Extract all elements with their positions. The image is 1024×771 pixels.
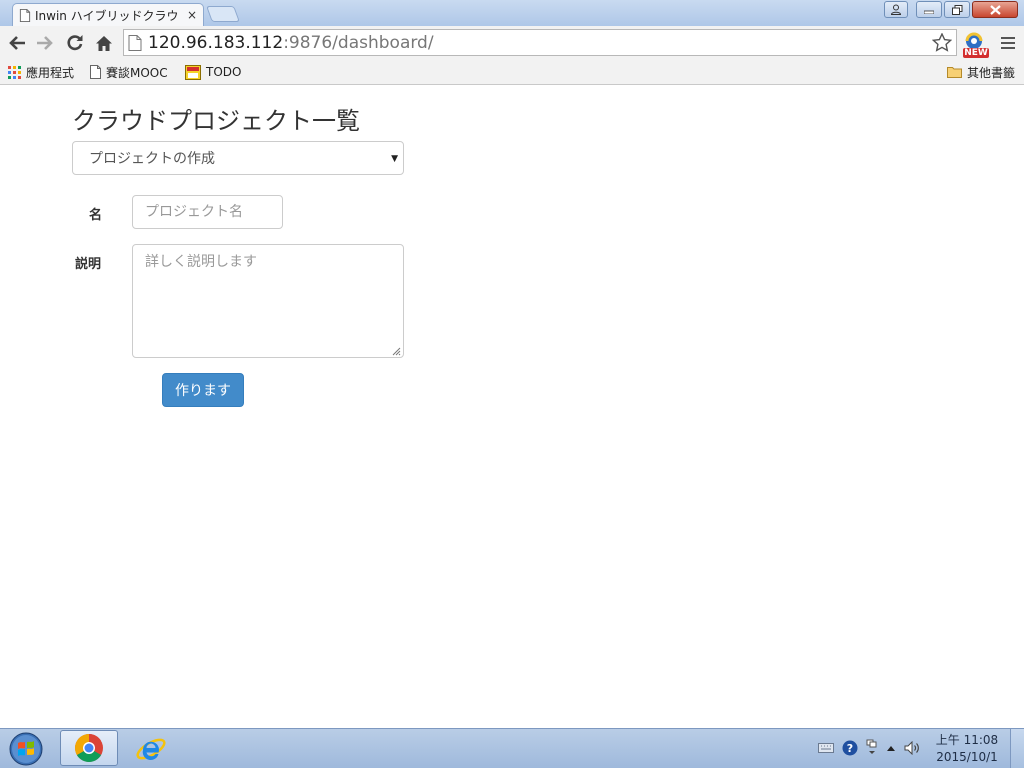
close-icon (989, 4, 1001, 15)
clock-date: 2015/10/1 (936, 750, 998, 764)
clock-time: 上午 11:08 (935, 733, 999, 747)
bookmark-label: TODO (206, 65, 242, 79)
window-controls (882, 1, 1018, 18)
forward-button[interactable] (33, 31, 57, 55)
bookmark-label: 其他書籤 (967, 65, 1016, 80)
extension-badge: NEW (964, 48, 988, 58)
bookmark-apps[interactable]: 應用程式 (8, 63, 74, 81)
bookmark-todo[interactable]: TODO (185, 63, 241, 81)
user-icon (891, 4, 901, 15)
restore-button[interactable] (944, 1, 970, 18)
project-name-input[interactable] (132, 195, 283, 229)
tab-title: Inwin ハイブリッドクラウ (35, 8, 179, 23)
show-desktop-button[interactable] (1010, 729, 1024, 768)
page-icon (90, 65, 101, 79)
project-action-select[interactable]: プロジェクトの作成 ▼ (72, 141, 404, 175)
chrome-icon (75, 734, 103, 762)
system-tray: ? (818, 739, 928, 757)
home-icon (96, 35, 112, 51)
svg-text:?: ? (847, 742, 853, 755)
network-icon[interactable] (866, 739, 878, 757)
reload-button[interactable] (63, 31, 87, 55)
taskbar-chrome-button[interactable] (60, 730, 118, 766)
create-button[interactable]: 作ります (162, 373, 244, 407)
windows-taskbar: ? 上午 11:08 2015/10/1 (0, 728, 1024, 768)
name-label: 名 (89, 208, 103, 223)
minimize-button[interactable] (916, 1, 942, 18)
folder-icon (947, 67, 962, 78)
user-profile-button[interactable] (884, 1, 908, 18)
start-button[interactable] (6, 731, 46, 767)
page-icon (19, 8, 31, 22)
minimize-icon (924, 10, 934, 14)
apps-grid-icon (8, 65, 21, 79)
reload-icon (67, 35, 83, 51)
taskbar-clock[interactable]: 上午 11:08 2015/10/1 (932, 732, 1002, 766)
chrome-menu-icon[interactable] (1001, 37, 1015, 49)
keyboard-icon[interactable] (818, 742, 834, 754)
url-path: :9876/dashboard/ (283, 32, 434, 53)
home-button[interactable] (92, 31, 116, 55)
new-tab-button[interactable] (206, 6, 240, 22)
bookmark-mooc[interactable]: 賽談MOOC (90, 63, 168, 81)
bookmark-label: 賽談MOOC (106, 65, 168, 80)
windows-logo-icon (9, 732, 43, 766)
show-hidden-icons-icon[interactable] (886, 744, 896, 752)
bookmark-other[interactable]: 其他書籤 (947, 63, 1015, 81)
extension-button[interactable]: NEW (962, 32, 990, 58)
help-icon[interactable]: ? (842, 740, 858, 756)
description-label: 説明 (75, 257, 102, 272)
page-icon (128, 34, 142, 51)
address-bar[interactable]: 120.96.183.112:9876/dashboard/ (123, 29, 957, 56)
description-textarea[interactable] (132, 244, 404, 358)
browser-toolbar: 120.96.183.112:9876/dashboard/ NEW (0, 26, 1024, 60)
back-button[interactable] (5, 31, 29, 55)
bookmark-label: 應用程式 (26, 65, 75, 80)
page-title: クラウドプロジェクト一覧 (72, 107, 360, 135)
caret-down-icon: ▼ (391, 154, 398, 164)
close-window-button[interactable] (972, 1, 1018, 18)
back-arrow-icon (9, 36, 25, 50)
browser-tab[interactable]: Inwin ハイブリッドクラウ × (12, 3, 204, 26)
bookmarks-bar: 應用程式 賽談MOOC TODO 其他書籤 (0, 60, 1024, 85)
internet-explorer-icon (136, 738, 166, 761)
taskbar-ie-button[interactable] (131, 731, 171, 767)
todo-icon (185, 64, 201, 80)
url-host: 120.96.183.112 (148, 32, 284, 53)
tab-close-icon[interactable]: × (187, 8, 197, 22)
bookmark-star-icon[interactable] (932, 33, 952, 52)
restore-icon (951, 4, 962, 15)
forward-arrow-icon (37, 36, 53, 50)
page-content: クラウドプロジェクト一覧 プロジェクトの作成 ▼ 名 説明 作ります (0, 85, 1024, 728)
window-title-bar: Inwin ハイブリッドクラウ × (0, 0, 1024, 26)
volume-icon[interactable] (904, 741, 920, 755)
resize-grip-icon[interactable] (392, 347, 401, 356)
select-value: プロジェクトの作成 (89, 151, 215, 167)
